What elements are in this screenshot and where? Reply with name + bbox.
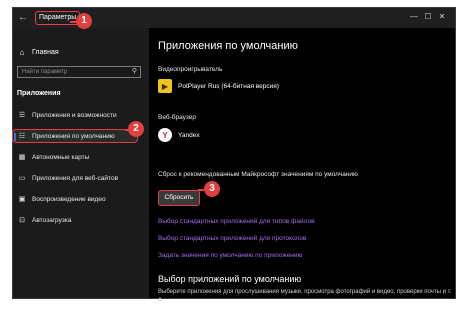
web-browser-label: Веб-браузер [158,114,197,121]
reset-description: Сброс к рекомендованным Майкрософт значе… [158,171,358,178]
search-input[interactable]: Найти параметр ⚲ [17,66,141,78]
callout-badge-1: 1 [76,13,92,29]
callout-badge-2: 2 [128,121,144,137]
web-apps-icon: ▭ [18,175,26,182]
sidebar-item-video-playback[interactable]: ▣ Воспроизведение видео [17,192,141,206]
sidebar-item-label: Приложения для веб-сайтов [32,174,119,182]
apps-list-icon: ☰ [18,112,26,119]
sidebar-item-label: Воспроизведение видео [32,195,106,203]
search-icon[interactable]: ⚲ [132,67,137,77]
link-protocols[interactable]: Выбор стандартных приложений для протоко… [158,235,306,242]
section-description: Выберите приложения для прослушивания му… [158,289,452,303]
sidebar-item-apps-features[interactable]: ☰ Приложения и возможности [17,108,141,122]
reset-button[interactable]: Сбросить [158,190,200,206]
page-title: Приложения по умолчанию [158,40,298,52]
link-by-app[interactable]: Задать значения по умолчанию по приложен… [158,252,302,259]
potplayer-icon: ▶ [158,79,172,93]
maximize-icon[interactable]: ☐ [421,11,435,23]
app-name: Yandex [178,131,200,139]
map-icon: ▦ [18,154,26,161]
back-arrow-icon[interactable]: ← [17,11,29,24]
search-placeholder: Найти параметр [22,69,68,75]
sidebar: ⌂ Главная Найти параметр ⚲ Приложения ☰ … [12,28,149,298]
sidebar-item-label: Главная [32,48,59,56]
home-icon: ⌂ [19,47,25,57]
close-icon[interactable]: ✕ [435,11,449,23]
minimize-icon[interactable]: — [407,11,421,23]
sidebar-item-label: Приложения и возможности [32,111,117,119]
default-apps-icon: ☷ [18,133,26,140]
sidebar-item-default-apps[interactable]: ☷ Приложения по умолчанию [12,129,138,143]
sidebar-item-web-apps[interactable]: ▭ Приложения для веб-сайтов [17,171,141,185]
callout-badge-3: 3 [204,181,220,197]
sidebar-item-offline-maps[interactable]: ▦ Автономные карты [17,150,141,164]
app-name: PotPlayer Rus (64-битная версия) [178,82,279,90]
link-file-types[interactable]: Выбор стандартных приложений для типов ф… [158,218,315,225]
section-title: Приложения [17,90,61,97]
startup-icon: ⊡ [19,217,25,224]
yandex-icon: Y [158,128,172,142]
web-browser-app[interactable]: Y Yandex [158,127,200,143]
sidebar-item-home[interactable]: ⌂ Главная [17,45,59,59]
video-player-app[interactable]: ▶ PotPlayer Rus (64-битная версия) [158,78,279,94]
window-controls: — ☐ ✕ [407,11,449,23]
sidebar-item-label: Автозагрузка [32,216,72,224]
video-player-label: Видеопроигрыватель [158,66,223,73]
sidebar-item-label: Приложения по умолчанию [32,132,115,140]
main-content: Приложения по умолчанию Видеопроигрывате… [149,28,455,303]
sidebar-item-label: Автономные карты [32,153,90,161]
section-heading: Выбор приложений по умолчанию [158,274,302,284]
sidebar-item-startup[interactable]: ⊡ Автозагрузка [17,213,141,227]
settings-window: ← Параметры — ☐ ✕ ⌂ Главная Найти параметр… [12,7,456,303]
video-icon: ▣ [18,196,26,203]
